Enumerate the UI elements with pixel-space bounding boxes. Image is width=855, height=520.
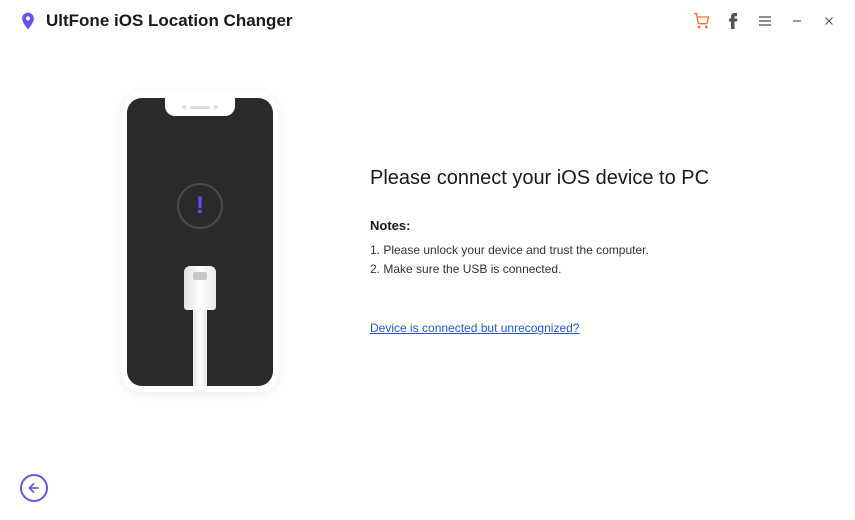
arrow-left-icon — [26, 480, 42, 496]
facebook-icon[interactable] — [725, 13, 741, 29]
menu-icon[interactable] — [757, 13, 773, 29]
footer — [20, 474, 48, 502]
notes-label: Notes: — [370, 218, 815, 233]
phone-frame: ! — [121, 92, 279, 392]
note-item-1: 1. Please unlock your device and trust t… — [370, 241, 815, 260]
note-item-2: 2. Make sure the USB is connected. — [370, 260, 815, 279]
close-icon[interactable] — [821, 13, 837, 29]
main-content: ! Please connect your iOS device to PC N… — [0, 42, 855, 460]
phone-illustration-section: ! — [40, 82, 360, 460]
minimize-icon[interactable] — [789, 13, 805, 29]
exclamation-icon: ! — [196, 192, 204, 220]
titlebar-left: UltFone iOS Location Changer — [18, 11, 293, 31]
phone-screen: ! — [127, 98, 273, 386]
titlebar-controls — [693, 13, 837, 29]
cart-icon[interactable] — [693, 13, 709, 29]
info-section: Please connect your iOS device to PC Not… — [360, 82, 815, 460]
app-title: UltFone iOS Location Changer — [46, 11, 293, 31]
app-logo-icon — [18, 11, 38, 31]
phone-notch — [165, 98, 235, 116]
titlebar: UltFone iOS Location Changer — [0, 0, 855, 42]
usb-cable-icon — [184, 266, 216, 386]
connect-heading: Please connect your iOS device to PC — [370, 167, 815, 190]
back-button[interactable] — [20, 474, 48, 502]
unrecognized-help-link[interactable]: Device is connected but unrecognized? — [370, 321, 579, 335]
alert-circle-icon: ! — [177, 183, 223, 229]
